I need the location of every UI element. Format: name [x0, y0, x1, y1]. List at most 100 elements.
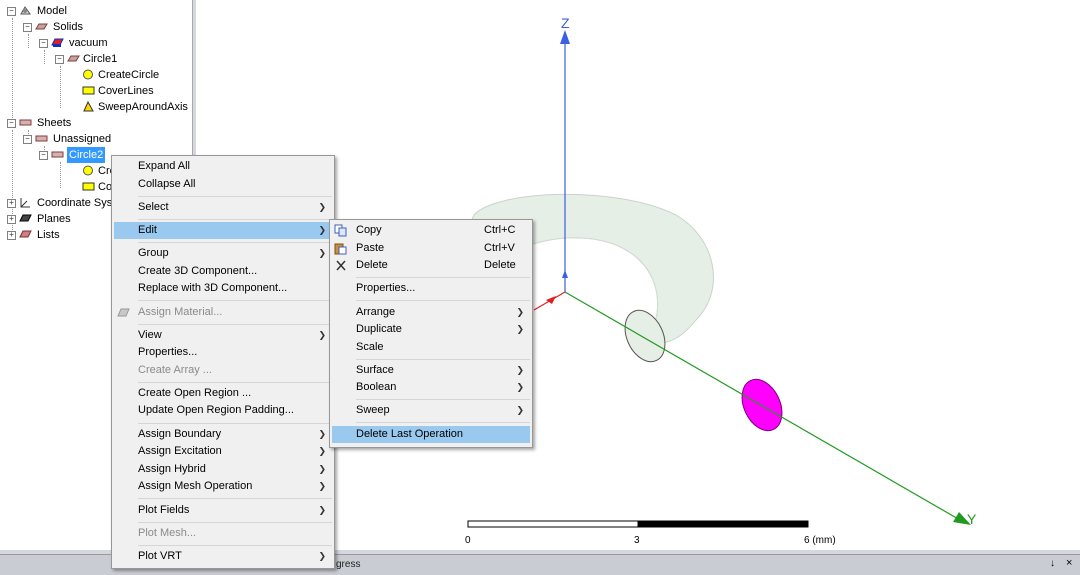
solids-icon: [35, 23, 48, 30]
menu-label: Delete: [356, 259, 388, 271]
tree-label: Co: [98, 181, 113, 193]
submenu-arrow-icon: ❯: [318, 446, 326, 456]
sheets-icon: [19, 119, 32, 126]
submenu-arrow-icon: ❯: [516, 324, 524, 334]
menu-label: Delete Last Operation: [356, 428, 464, 440]
collapse-toggle[interactable]: −: [23, 135, 32, 144]
menu-item-group[interactable]: Group ❯: [114, 245, 332, 262]
collapse-toggle[interactable]: −: [23, 23, 32, 32]
collapse-toggle[interactable]: −: [7, 119, 16, 128]
submenu-arrow-icon: ❯: [318, 464, 326, 474]
tree-connector: [28, 34, 29, 48]
collapse-toggle[interactable]: −: [55, 55, 64, 64]
close-icon[interactable]: ×: [1066, 557, 1072, 569]
menu-label: Sweep: [356, 404, 390, 416]
scale-label-6: 6 (mm): [804, 535, 836, 546]
circle2-sheet[interactable]: [734, 373, 789, 437]
menu-label: Assign Hybrid: [138, 463, 206, 475]
menu-label: Scale: [356, 341, 384, 353]
menu-label: Copy: [356, 224, 382, 236]
edit-submenu: Copy Ctrl+C Paste Ctrl+V Delete Delete P…: [329, 219, 533, 448]
copy-icon: [334, 224, 347, 237]
menu-item-select[interactable]: Select ❯: [114, 199, 332, 216]
menu-label: Plot Fields: [138, 504, 190, 516]
scale-label-3: 3: [634, 535, 640, 546]
menu-item-assign-boundary[interactable]: Assign Boundary ❯: [114, 426, 332, 443]
menu-separator: [138, 219, 332, 220]
paste-icon: [334, 243, 347, 255]
menu-item-create-array: Create Array ...: [114, 362, 332, 379]
menu-item-scale[interactable]: Scale: [332, 339, 530, 356]
z-axis-mark: [562, 270, 568, 278]
menu-item-view[interactable]: View ❯: [114, 327, 332, 344]
menu-item-copy[interactable]: Copy Ctrl+C: [332, 222, 530, 239]
z-axis-arrow: [560, 30, 570, 44]
tree-label: Model: [37, 5, 67, 17]
tree-label: Lists: [37, 229, 60, 241]
progress-tab[interactable]: gress: [336, 559, 360, 570]
collapse-toggle[interactable]: −: [39, 39, 48, 48]
expand-toggle[interactable]: +: [7, 231, 16, 240]
menu-shortcut: Ctrl+C: [484, 224, 516, 236]
circle-operation-icon: [83, 69, 93, 80]
menu-item-update-open-region[interactable]: Update Open Region Padding...: [114, 402, 332, 419]
tree-label: Unassigned: [53, 133, 112, 145]
submenu-arrow-icon: ❯: [516, 405, 524, 415]
menu-item-delete-last-operation[interactable]: Delete Last Operation: [332, 426, 530, 443]
menu-label: Duplicate: [356, 323, 402, 335]
material-icon: [51, 38, 64, 47]
menu-item-properties[interactable]: Properties...: [114, 344, 332, 361]
menu-label: Collapse All: [138, 178, 196, 190]
menu-item-edit[interactable]: Edit ❯: [114, 222, 332, 239]
menu-item-create-open-region[interactable]: Create Open Region ...: [114, 385, 332, 402]
menu-item-delete[interactable]: Delete Delete: [332, 257, 530, 274]
tree-label: Coordinate Syst: [37, 197, 116, 209]
menu-item-surface[interactable]: Surface ❯: [332, 362, 530, 379]
menu-label: View: [138, 329, 162, 341]
menu-label: Assign Excitation: [138, 445, 222, 457]
menu-label: Select: [138, 201, 169, 213]
menu-item-arrange[interactable]: Arrange ❯: [332, 304, 530, 321]
menu-item-assign-hybrid[interactable]: Assign Hybrid ❯: [114, 461, 332, 478]
submenu-arrow-icon: ❯: [516, 382, 524, 392]
menu-separator: [138, 498, 332, 499]
submenu-arrow-icon: ❯: [318, 248, 326, 258]
menu-item-plot-mesh: Plot Mesh...: [114, 525, 332, 542]
menu-item-assign-mesh-operation[interactable]: Assign Mesh Operation ❯: [114, 478, 332, 495]
submenu-arrow-icon: ❯: [318, 505, 326, 515]
collapse-toggle[interactable]: −: [39, 151, 48, 160]
context-menu: Expand All Collapse All Select ❯ Edit ❯ Gr…: [111, 155, 335, 569]
submenu-arrow-icon: ❯: [516, 307, 524, 317]
collapse-toggle[interactable]: −: [7, 7, 16, 16]
menu-item-duplicate[interactable]: Duplicate ❯: [332, 321, 530, 338]
menu-item-expand-all[interactable]: Expand All: [114, 158, 332, 175]
menu-item-edit-properties[interactable]: Properties...: [332, 280, 530, 297]
expand-toggle[interactable]: +: [7, 215, 16, 224]
circle-operation-icon: [83, 165, 93, 176]
submenu-arrow-icon: ❯: [318, 429, 326, 439]
lists-icon: [19, 230, 32, 238]
cover-lines-icon: [82, 86, 95, 95]
menu-label: Arrange: [356, 306, 396, 318]
tree-label: SweepAroundAxis: [98, 101, 188, 113]
tree-label: Circle1: [83, 53, 118, 65]
menu-label: Properties...: [138, 346, 198, 358]
menu-item-sweep[interactable]: Sweep ❯: [332, 402, 530, 419]
cover-lines-icon: [82, 182, 95, 191]
expand-toggle[interactable]: +: [7, 199, 16, 208]
solid-object-icon: [67, 55, 80, 62]
menu-item-assign-excitation[interactable]: Assign Excitation ❯: [114, 443, 332, 460]
menu-item-plot-fields[interactable]: Plot Fields ❯: [114, 502, 332, 519]
menu-item-plot-vrt[interactable]: Plot VRT ❯: [114, 548, 332, 565]
tree-label: Sheets: [37, 117, 72, 129]
menu-item-paste[interactable]: Paste Ctrl+V: [332, 240, 530, 257]
menu-separator: [138, 196, 332, 197]
menu-label: Create 3D Component...: [138, 265, 258, 277]
pin-icon[interactable]: ↓: [1050, 558, 1055, 569]
menu-item-create-3d-component[interactable]: Create 3D Component...: [114, 263, 332, 280]
tree-connector: [60, 66, 61, 108]
menu-item-boolean[interactable]: Boolean ❯: [332, 379, 530, 396]
menu-item-replace-3d-component[interactable]: Replace with 3D Component...: [114, 280, 332, 297]
tree-label: CreateCircle: [98, 69, 160, 81]
menu-item-collapse-all[interactable]: Collapse All: [114, 176, 332, 193]
